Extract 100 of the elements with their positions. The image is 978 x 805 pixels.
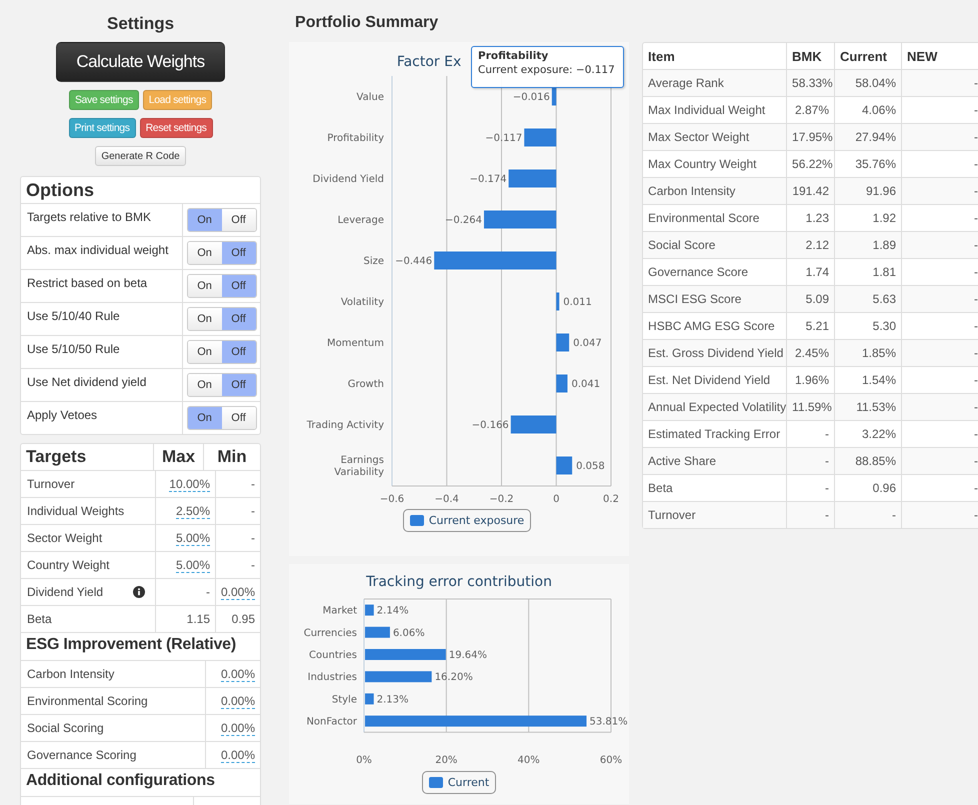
legend-label: Current (448, 776, 490, 789)
table-cell-text: - (973, 129, 978, 146)
esg-label: Carbon Intensity (21, 661, 206, 687)
bar[interactable] (365, 626, 390, 638)
bar[interactable] (556, 292, 560, 310)
info-icon[interactable] (133, 586, 145, 598)
table-cell: 2.12 (787, 232, 836, 258)
bar[interactable] (524, 128, 556, 146)
tick-label: −0.4 (434, 494, 459, 505)
table-cell: Average Rank (643, 70, 788, 96)
table-cell: 58.33% (787, 70, 836, 96)
tick-label: −0.6 (380, 494, 404, 505)
table-cell: Carbon Intensity (643, 178, 788, 204)
legend-label: Current exposure (428, 514, 524, 527)
data-label: −0.446 (395, 256, 432, 267)
data-label: 0.058 (576, 461, 605, 472)
table-cell-text: - (973, 318, 978, 335)
chart-title: Factor Ex (396, 54, 462, 72)
axis-label: Market (322, 606, 358, 617)
settings-button[interactable]: Reset settings (140, 118, 213, 138)
bar[interactable] (365, 671, 432, 682)
data-label: −0.166 (472, 420, 509, 431)
data-label: −0.174 (470, 174, 507, 185)
on-off-toggle[interactable]: On Off (186, 340, 257, 364)
table-cell: 88.85% (835, 448, 902, 474)
axis-label: Leverage (338, 215, 384, 226)
table-cell: - (251, 531, 256, 545)
data-label: 16.20% (434, 672, 473, 684)
table-cell: 1.89 (835, 232, 902, 258)
table-cell-text: - (973, 426, 978, 443)
table-cell-text: - (973, 345, 978, 362)
option-label: Restrict based on beta (21, 270, 184, 302)
data-label: −0.117 (485, 133, 522, 144)
settings-title: Settings (106, 14, 176, 34)
bar[interactable] (365, 716, 587, 727)
table-cell: 1.15 (186, 612, 210, 626)
table-cell-text: - (973, 102, 978, 119)
data-label: 0.041 (572, 379, 600, 390)
editable-value[interactable]: 2.50% (176, 504, 210, 519)
table-cell-text: - (973, 453, 978, 470)
chart-legend[interactable]: Current exposure (402, 509, 532, 532)
table-cell: - (206, 585, 210, 599)
esg-label: Governance Scoring (21, 742, 206, 768)
on-off-toggle[interactable]: On Off (186, 274, 257, 298)
editable-value[interactable]: 0.00% (221, 721, 256, 736)
bar[interactable] (510, 416, 556, 434)
table-cell: Est. Gross Dividend Yield (643, 340, 788, 366)
bar[interactable] (556, 374, 568, 392)
tooltip-title: Profitability (478, 50, 550, 62)
option-label: Use Net dividend yield (21, 369, 184, 401)
on-off-toggle[interactable]: On Off (186, 373, 257, 397)
table-cell: 191.42 (787, 178, 836, 204)
axis-label: Momentum (327, 338, 384, 349)
axis-label: Value (356, 92, 384, 103)
data-label: −0.016 (512, 92, 550, 103)
axis-label: Trading Activity (306, 420, 384, 431)
calculate-button[interactable]: Calculate Weights (56, 42, 226, 82)
editable-value[interactable]: 0.00% (221, 585, 256, 600)
bar[interactable] (556, 456, 572, 474)
bar[interactable] (365, 693, 374, 704)
data-label: −0.264 (445, 215, 482, 226)
target-label: Turnover (27, 477, 75, 491)
additional-heading: Additional configurations (21, 769, 260, 797)
table-cell-text: - (973, 264, 978, 281)
table-cell-text: - (973, 156, 978, 173)
table-cell: Annual Expected Volatility (643, 394, 788, 420)
tick-label: 0.2 (603, 494, 619, 505)
editable-value[interactable]: 5.00% (176, 531, 210, 546)
table-cell-text: - (973, 75, 978, 92)
target-label: Sector Weight (27, 531, 102, 545)
axis-label: Growth (348, 379, 384, 390)
bar[interactable] (552, 88, 556, 106)
editable-value[interactable]: 0.00% (221, 748, 256, 763)
tick-label: −0.2 (489, 494, 514, 505)
bar[interactable] (556, 334, 570, 352)
table-cell: 1.85% (835, 340, 902, 366)
bar[interactable] (365, 604, 374, 616)
on-off-toggle[interactable]: On Off (186, 208, 257, 232)
data-label: 0.047 (573, 338, 602, 349)
editable-value[interactable]: 0.00% (221, 694, 256, 709)
table-cell: 5.09 (787, 286, 836, 312)
editable-value[interactable]: 5.00% (176, 558, 210, 573)
column-header: NEW (906, 48, 938, 66)
table-cell: Social Score (643, 232, 788, 258)
chart-legend[interactable]: Current (422, 771, 496, 794)
table-cell-text: - (973, 372, 978, 389)
tooltip-text: Current exposure: −0.117 (478, 64, 616, 76)
esg-label: Social Scoring (21, 715, 206, 741)
generate-code-button[interactable]: Generate R Code (95, 146, 186, 166)
on-off-toggle[interactable]: On Off (186, 241, 257, 265)
data-label: 2.13% (376, 694, 409, 706)
table-cell: Active Share (643, 448, 788, 474)
on-off-toggle[interactable]: On Off (186, 406, 257, 430)
tick-label: 60% (600, 755, 622, 766)
table-cell-text: - (973, 210, 978, 227)
on-off-toggle[interactable]: On Off (186, 307, 257, 331)
editable-value[interactable]: 10.00% (169, 477, 210, 492)
table-cell: 58.04% (835, 70, 902, 96)
options-heading: Options (21, 177, 260, 204)
editable-value[interactable]: 0.00% (221, 667, 256, 682)
